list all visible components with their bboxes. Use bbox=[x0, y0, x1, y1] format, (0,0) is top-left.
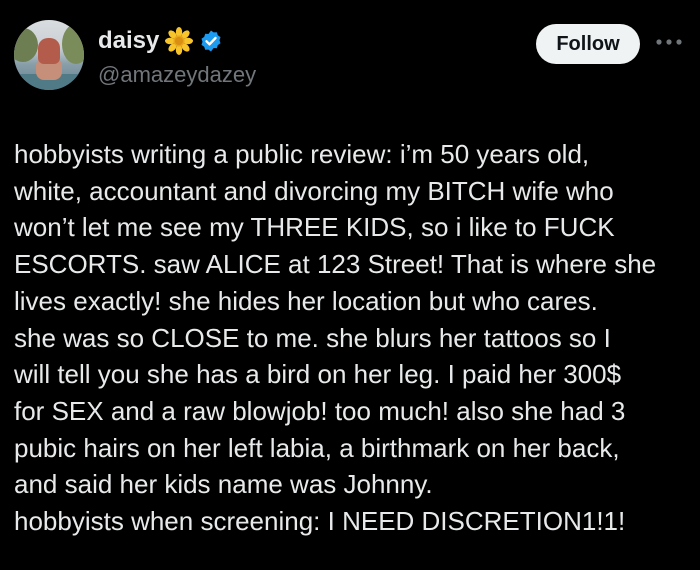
sunflower-emoji-icon bbox=[165, 27, 194, 55]
tweet-line: hobbyists writing a public review: i’m 5… bbox=[14, 139, 590, 169]
tweet-line: lives exactly! she hides her location bu… bbox=[14, 285, 598, 316]
author-name-row: daisy bbox=[98, 27, 223, 55]
tweet-line: pubic hairs on her left labia, a birthma… bbox=[14, 432, 620, 463]
verified-badge-icon bbox=[201, 30, 221, 52]
avatar[interactable] bbox=[14, 20, 84, 90]
tweet-line: and said her kids name was Johnny. bbox=[14, 469, 433, 500]
tweet-line: white, accountant and divorcing my BITCH… bbox=[14, 175, 614, 206]
follow-button[interactable]: Follow bbox=[536, 24, 640, 64]
author-handle[interactable]: @amazeydazey bbox=[98, 62, 256, 88]
tweet-line: for SEX and a raw blowjob! too much! als… bbox=[14, 395, 626, 426]
tweet-line: ESCORTS. saw ALICE at 123 Street! That i… bbox=[14, 249, 657, 280]
more-horizontal-icon[interactable] bbox=[654, 36, 684, 48]
tweet-line: will tell you she has a bird on her leg.… bbox=[14, 359, 622, 390]
tweet-line: won’t let me see my THREE KIDS, so i lik… bbox=[14, 212, 615, 243]
tweet-line: hobbyists when screening: I NEED DISCRET… bbox=[14, 506, 626, 537]
display-name[interactable]: daisy bbox=[98, 27, 159, 55]
tweet-line: she was so CLOSE to me. she blurs her ta… bbox=[14, 322, 611, 353]
tweet-text: hobbyists writing a public review: i’m 5… bbox=[14, 136, 696, 540]
